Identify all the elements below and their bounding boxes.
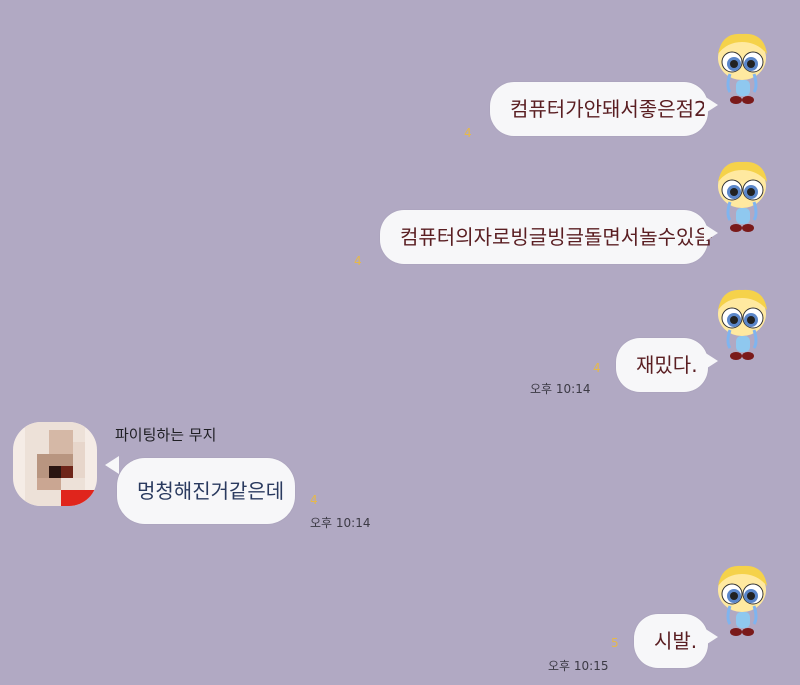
timestamp: 오후 10:14 bbox=[530, 382, 591, 396]
my-avatar-icon[interactable] bbox=[712, 560, 772, 640]
avatar-pixel bbox=[49, 466, 61, 478]
bubble-tail bbox=[704, 628, 718, 646]
timestamp: 오후 10:14 bbox=[310, 516, 371, 530]
unread-count: 4 bbox=[310, 493, 318, 507]
message-bubble[interactable]: 멍청해진거같은데 bbox=[117, 458, 295, 524]
avatar-pixel bbox=[37, 478, 61, 490]
sender-name: 파이팅하는 무지 bbox=[115, 426, 217, 444]
bubble-tail bbox=[105, 456, 119, 474]
other-avatar[interactable] bbox=[13, 422, 97, 506]
unread-count: 4 bbox=[354, 254, 362, 268]
avatar-pixel bbox=[73, 442, 85, 478]
unread-count: 5 bbox=[611, 636, 619, 650]
bubble-tail bbox=[704, 352, 718, 370]
my-avatar-icon[interactable] bbox=[712, 284, 772, 364]
message-bubble[interactable]: 재밌다. bbox=[616, 338, 708, 392]
unread-count: 4 bbox=[593, 361, 601, 375]
bubble-tail bbox=[704, 224, 718, 242]
chat-area: 컴퓨터가안돼서좋은점2 4 컴퓨터의자로빙글빙글돌면서놀수있음 4 재밌다. 4… bbox=[0, 0, 800, 685]
my-avatar-icon[interactable] bbox=[712, 156, 772, 236]
message-bubble[interactable]: 컴퓨터의자로빙글빙글돌면서놀수있음 bbox=[380, 210, 713, 264]
avatar-pixel bbox=[61, 490, 97, 506]
message-bubble[interactable]: 컴퓨터가안돼서좋은점2 bbox=[490, 82, 708, 136]
timestamp: 오후 10:15 bbox=[548, 659, 609, 673]
avatar-pixel bbox=[49, 430, 73, 454]
avatar-pixel bbox=[61, 466, 73, 478]
my-avatar-icon[interactable] bbox=[712, 28, 772, 108]
unread-count: 4 bbox=[464, 126, 472, 140]
bubble-tail bbox=[704, 96, 718, 114]
message-bubble[interactable]: 시발. bbox=[634, 614, 708, 668]
